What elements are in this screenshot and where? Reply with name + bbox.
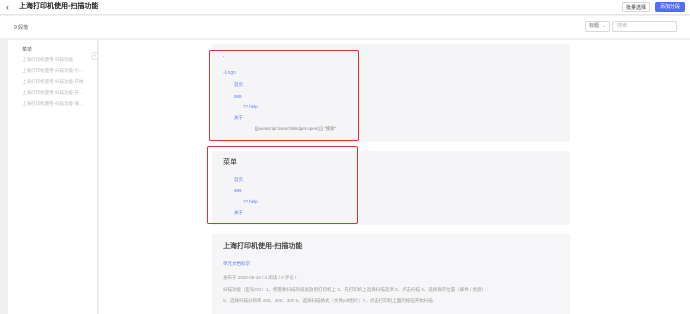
article-title: 上海打印机使用-扫描功能 [223,243,303,250]
sidebar-item[interactable]: 上海打印机使用-扫描功能-开始 [22,79,96,85]
segment-count: 9 段落 [14,25,29,31]
sidebar-item[interactable]: 上海打印机使用-扫描功能-保... [22,101,96,107]
add-segment-button[interactable]: 添加分段 [655,2,685,12]
top-bar: ‹ 上海打印机使用-扫描功能 批量选择 添加分段 [0,0,690,15]
page-title: 上海打印机使用-扫描功能 [19,3,99,10]
search-input[interactable]: 搜索 [612,21,677,32]
sidebar: 菜单 上海打印机使用-扫描功能 上海打印机使用-扫描功能-引... 上海打印机使… [8,40,98,314]
sidebar-item[interactable]: 上海打印机使用-扫描功能 [22,57,96,63]
article-body-line: 5、选择扫描分辨率 200、400、300 6、选择扫描格式（文件pdf图片）7… [223,298,433,303]
sidebar-item[interactable]: 上海打印机使用-扫描功能-开... [22,90,96,96]
article-link[interactable]: 单元文档标识 [223,261,250,267]
sidebar-heading: 菜单 [22,47,33,53]
filter-select[interactable]: 标题 ⌄ [585,21,610,32]
chevron-down-icon: ⌄ [601,23,606,29]
highlight-box [207,146,358,224]
filter-value: 标题 [589,23,600,29]
article-meta: 发布于 2025-08-16 / 3 阅读 / 0 评论 / [223,275,297,280]
chevron-left-icon[interactable]: ‹ [6,2,16,12]
sub-toolbar: 9 段落 标题 ⌄ 搜索 [0,16,690,38]
sidebar-item[interactable]: 上海打印机使用-扫描功能-引... [22,68,96,74]
collapse-sidebar-icon[interactable]: ‹ [91,52,99,60]
highlight-box [209,50,359,141]
article-body-line: 扫描功能（型号OG）1、把需要扫描的纸张放到打印机上 2、先打印机上选择扫描选项… [223,287,487,292]
batch-select-button[interactable]: 批量选择 [622,2,651,12]
